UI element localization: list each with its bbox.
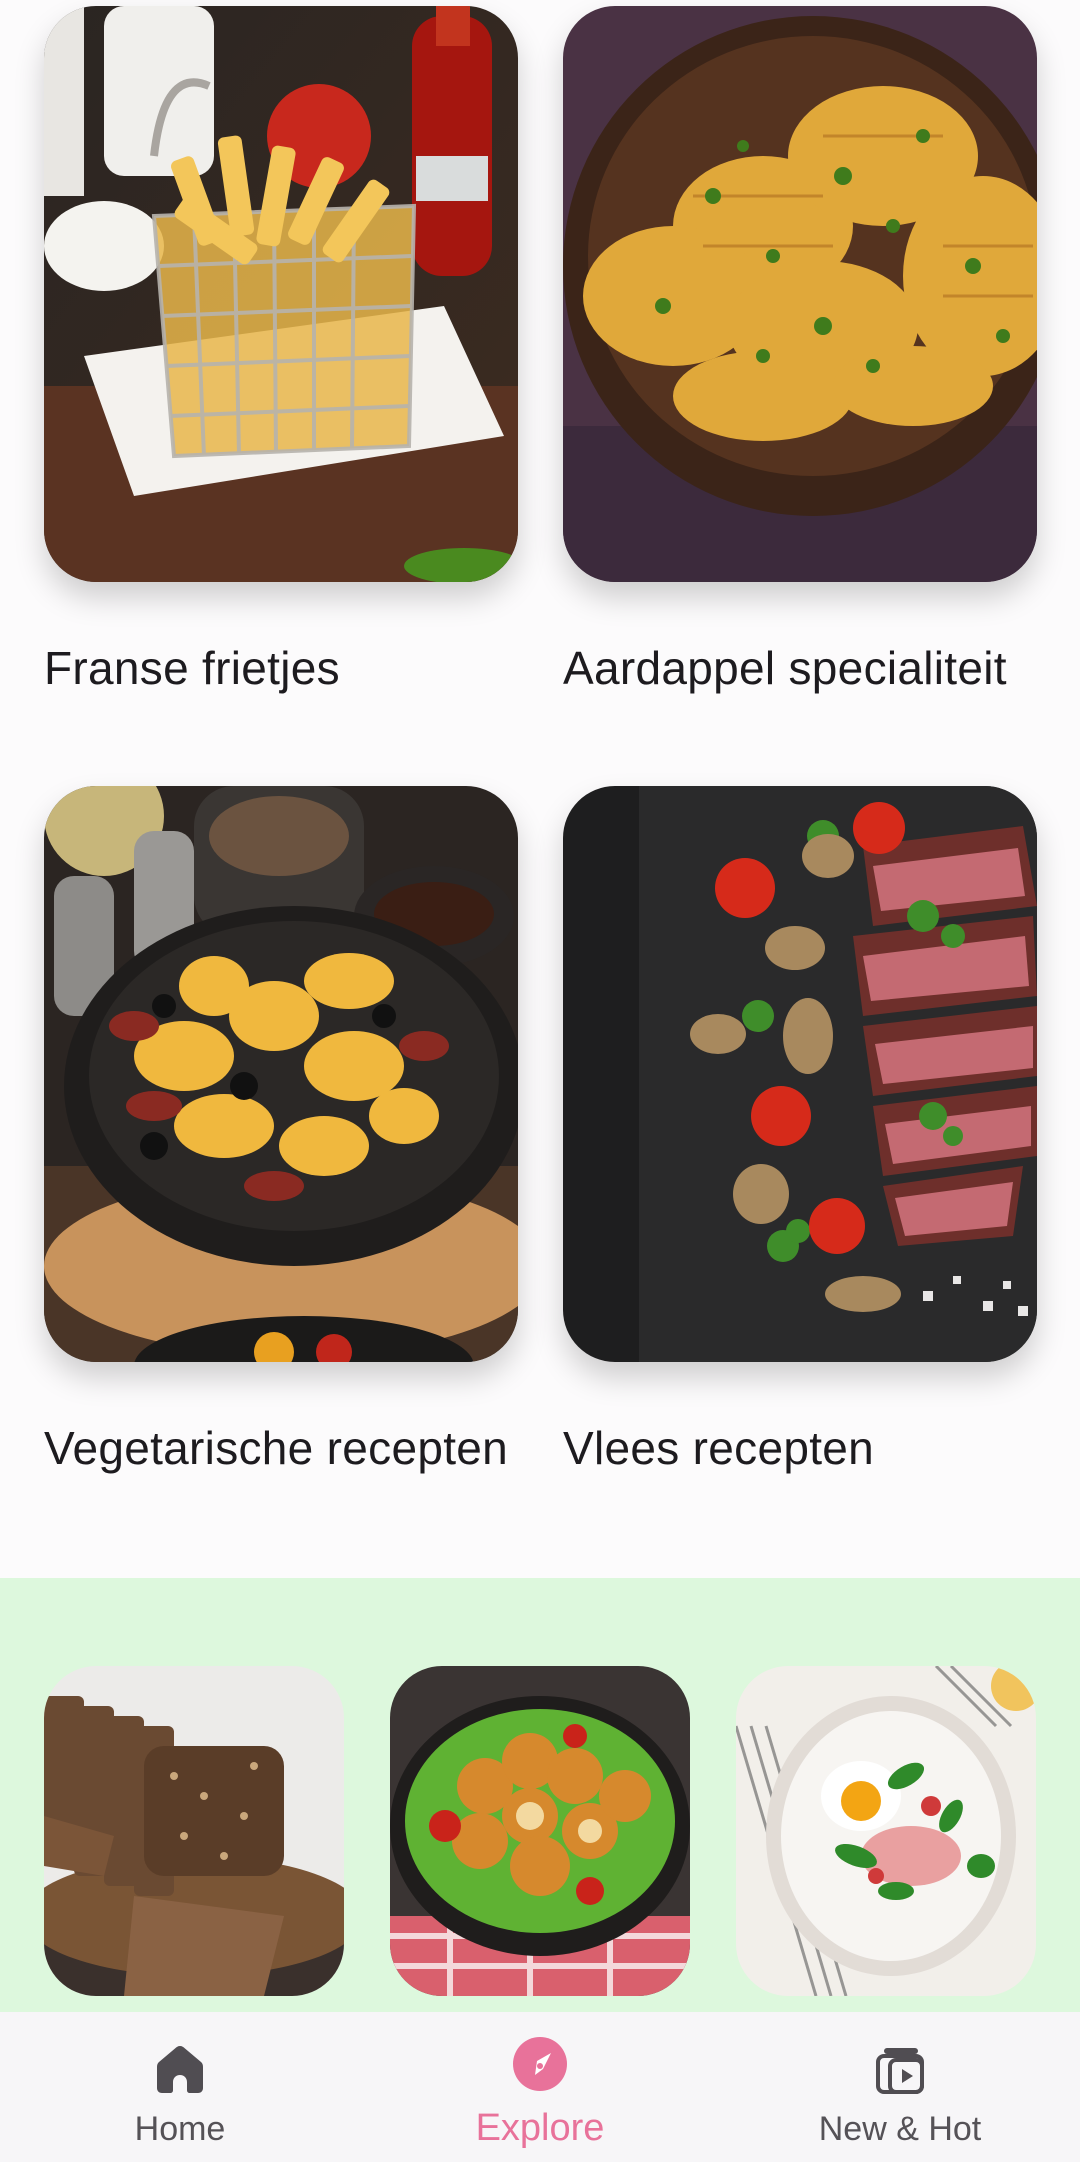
- category-card-vegetarische-recepten[interactable]: [44, 786, 518, 1362]
- nav-label-explore: Explore: [475, 2107, 605, 2149]
- vegetables-pan-photo: [44, 786, 518, 1362]
- category-card-franse-frietjes[interactable]: [44, 6, 518, 582]
- category-card-aardappel-specialiteit[interactable]: [563, 6, 1037, 582]
- breakfast-plate-photo: [736, 1666, 1036, 1996]
- featured-card-croquettes[interactable]: [390, 1666, 690, 1996]
- nav-item-explore[interactable]: Explore: [390, 2012, 690, 2162]
- potatoes-photo: [563, 6, 1037, 582]
- nav-label-new-hot: New & Hot: [818, 2110, 982, 2148]
- nav-item-new-hot[interactable]: New & Hot: [750, 2012, 1050, 2162]
- home-icon: [157, 2046, 203, 2093]
- featured-card-breakfast[interactable]: [736, 1666, 1036, 1996]
- steak-photo: [563, 786, 1037, 1362]
- nav-item-home[interactable]: Home: [30, 2012, 330, 2162]
- compass-icon: [513, 2037, 567, 2091]
- bread-photo: [44, 1666, 344, 1996]
- category-title: Vegetarische recepten: [44, 1422, 509, 1474]
- category-title: Vlees recepten: [563, 1422, 875, 1474]
- category-title: Aardappel specialiteit: [563, 642, 1007, 694]
- category-title: Franse frietjes: [44, 642, 340, 694]
- nav-label-home: Home: [134, 2110, 226, 2148]
- new-hot-icon: [876, 2048, 924, 2094]
- category-card-vlees-recepten[interactable]: [563, 786, 1037, 1362]
- fries-photo: [44, 6, 518, 582]
- featured-card-bread[interactable]: [44, 1666, 344, 1996]
- croquettes-photo: [390, 1666, 690, 1996]
- bottom-navigation-bar: Home Explore New & Hot: [0, 2012, 1080, 2162]
